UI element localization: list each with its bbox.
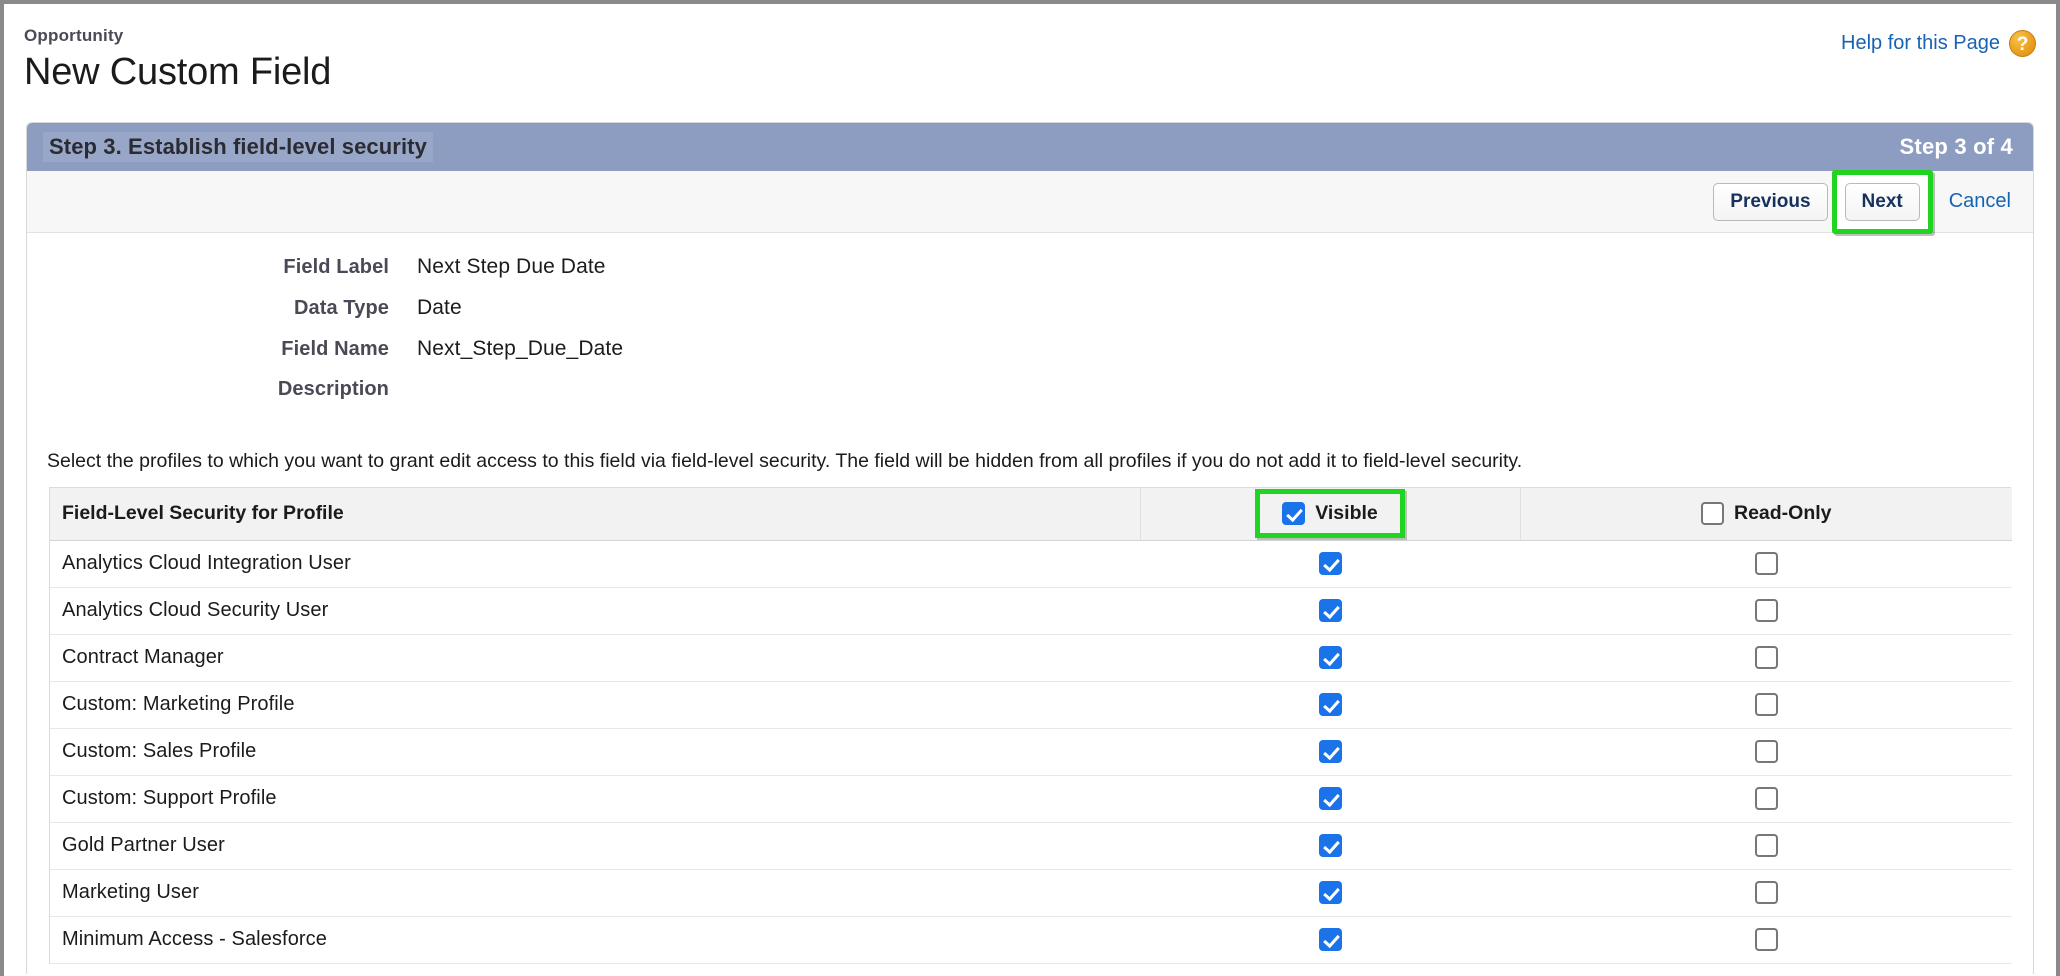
visible-checkbox[interactable] xyxy=(1318,693,1342,716)
visible-select-all-checkbox[interactable] xyxy=(1282,502,1306,526)
visible-header-highlight: Visible xyxy=(1255,489,1405,539)
visible-checkbox[interactable] xyxy=(1318,787,1342,810)
instruction-text: Select the profiles to which you want to… xyxy=(47,450,1523,472)
readonly-checkbox[interactable] xyxy=(1754,552,1778,575)
table-row: Custom: Sales Profile xyxy=(50,728,2012,776)
next-button-highlight: Next xyxy=(1831,169,1933,234)
profile-name-cell: Minimum Access - Salesforce xyxy=(50,916,1140,964)
readonly-cell xyxy=(1520,634,2012,682)
table-row: Analytics Cloud Security User xyxy=(50,587,2012,635)
field-label-label: Field Label xyxy=(283,256,389,278)
readonly-checkbox[interactable] xyxy=(1754,834,1778,857)
field-level-security-table: Field-Level Security for Profile Visible xyxy=(49,487,2012,964)
table-row: Contract Manager xyxy=(50,634,2012,682)
table-body: Analytics Cloud Integration User Analytic… xyxy=(50,540,2012,964)
app-window: Opportunity New Custom Field Help for th… xyxy=(0,0,2060,976)
step-counter: Step 3 of 4 xyxy=(1899,134,2013,159)
object-name: Opportunity xyxy=(24,26,124,45)
table-row: Custom: Support Profile xyxy=(50,775,2012,823)
visible-cell xyxy=(1140,822,1520,870)
profile-name-cell: Analytics Cloud Security User xyxy=(50,587,1140,635)
readonly-cell xyxy=(1520,587,2012,635)
visible-cell xyxy=(1140,540,1520,588)
step-title: Step 3. Establish field-level security xyxy=(43,132,433,162)
visible-cell xyxy=(1140,681,1520,729)
next-button[interactable]: Next xyxy=(1844,182,1920,221)
visible-checkbox[interactable] xyxy=(1318,834,1342,857)
page-header: Opportunity New Custom Field Help for th… xyxy=(4,4,2056,122)
table-row: Analytics Cloud Integration User xyxy=(50,540,2012,588)
visible-checkbox[interactable] xyxy=(1318,740,1342,763)
profile-name-cell: Custom: Support Profile xyxy=(50,775,1140,823)
description-label: Description xyxy=(277,378,389,400)
help-for-this-page-link[interactable]: Help for this Page ? xyxy=(1841,30,2036,57)
profile-name-cell: Custom: Sales Profile xyxy=(50,728,1140,776)
table-row: Custom: Marketing Profile xyxy=(50,681,2012,729)
readonly-cell xyxy=(1520,728,2012,776)
readonly-select-all-checkbox[interactable] xyxy=(1700,502,1724,526)
readonly-checkbox[interactable] xyxy=(1754,928,1778,951)
readonly-checkbox[interactable] xyxy=(1754,787,1778,810)
column-header-profile: Field-Level Security for Profile xyxy=(50,488,1140,541)
table-row: Marketing User xyxy=(50,869,2012,917)
visible-cell xyxy=(1140,634,1520,682)
readonly-cell xyxy=(1520,775,2012,823)
field-name-value: Next_Step_Due_Date xyxy=(417,337,624,360)
visible-cell xyxy=(1140,869,1520,917)
table-row: Minimum Access - Salesforce xyxy=(50,916,2012,964)
question-mark-badge-icon: ? xyxy=(2009,30,2036,57)
column-header-readonly: Read-Only xyxy=(1519,488,2012,541)
wizard-button-bar: Previous Next Cancel xyxy=(27,169,2033,234)
readonly-cell xyxy=(1520,681,2012,729)
field-summary: Field Label Next Step Due Date Data Type… xyxy=(27,233,2033,427)
visible-checkbox[interactable] xyxy=(1318,599,1342,622)
readonly-cell xyxy=(1520,869,2012,917)
readonly-checkbox[interactable] xyxy=(1754,881,1778,904)
field-label-value: Next Step Due Date xyxy=(417,255,606,278)
profile-name-cell: Custom: Marketing Profile xyxy=(50,681,1140,729)
summary-row: Field Label Next Step Due Date xyxy=(27,255,2033,296)
visible-cell xyxy=(1140,587,1520,635)
readonly-checkbox[interactable] xyxy=(1754,646,1778,669)
previous-button[interactable]: Previous xyxy=(1713,182,1828,221)
help-link-label: Help for this Page xyxy=(1841,32,2000,54)
readonly-checkbox[interactable] xyxy=(1754,599,1778,622)
visible-cell xyxy=(1140,728,1520,776)
data-type-value: Date xyxy=(417,296,462,319)
readonly-checkbox[interactable] xyxy=(1754,693,1778,716)
field-name-label: Field Name xyxy=(281,338,389,360)
summary-row: Data Type Date xyxy=(27,296,2033,337)
cancel-link[interactable]: Cancel xyxy=(1949,190,2011,213)
profile-name-cell: Analytics Cloud Integration User xyxy=(50,540,1140,588)
visible-checkbox[interactable] xyxy=(1318,646,1342,669)
readonly-checkbox[interactable] xyxy=(1754,740,1778,763)
page-title: New Custom Field xyxy=(24,51,332,93)
visible-checkbox[interactable] xyxy=(1318,881,1342,904)
visible-header-label: Visible xyxy=(1315,502,1378,525)
readonly-header-label: Read-Only xyxy=(1733,502,1832,525)
visible-cell xyxy=(1140,916,1520,964)
table-row: Gold Partner User xyxy=(50,822,2012,870)
summary-row: Field Name Next_Step_Due_Date xyxy=(27,337,2033,378)
visible-checkbox[interactable] xyxy=(1318,928,1342,951)
data-type-label: Data Type xyxy=(293,297,389,319)
profile-name-cell: Contract Manager xyxy=(50,634,1140,682)
readonly-cell xyxy=(1520,822,2012,870)
column-header-visible: Visible xyxy=(1139,488,1520,541)
readonly-cell xyxy=(1520,540,2012,588)
table-header-row: Field-Level Security for Profile Visible xyxy=(50,488,2012,541)
profile-name-cell: Marketing User xyxy=(50,869,1140,917)
readonly-cell xyxy=(1520,916,2012,964)
visible-cell xyxy=(1140,775,1520,823)
step-header-bar: Step 3. Establish field-level security S… xyxy=(27,123,2033,171)
summary-row: Description xyxy=(27,378,2033,419)
visible-checkbox[interactable] xyxy=(1318,552,1342,575)
wizard-panel: Step 3. Establish field-level security S… xyxy=(26,122,2034,974)
profile-name-cell: Gold Partner User xyxy=(50,822,1140,870)
